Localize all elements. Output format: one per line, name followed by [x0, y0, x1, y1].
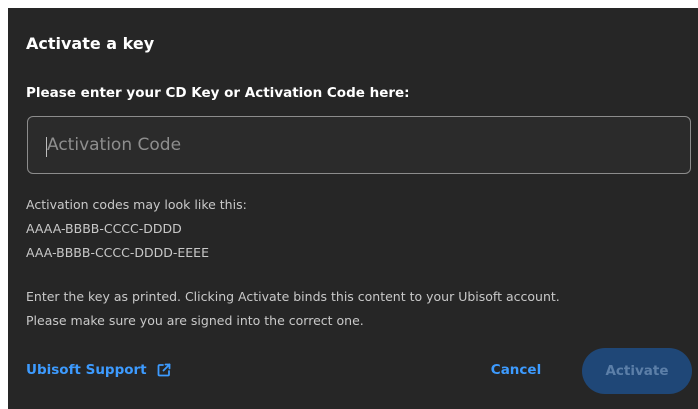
dialog-title: Activate a key [26, 34, 155, 53]
activate-key-dialog: Activate a key Please enter your CD Key … [8, 8, 698, 409]
activate-button[interactable]: Activate [582, 348, 692, 394]
cancel-button[interactable]: Cancel [478, 350, 554, 390]
format-example-2: AAA-BBBB-CCCC-DDDD-EEEE [26, 245, 209, 260]
support-link-label: Ubisoft Support [26, 362, 147, 378]
text-caret [46, 137, 47, 157]
binding-notice-line-1: Enter the key as printed. Clicking Activ… [26, 289, 560, 304]
code-prompt-label: Please enter your CD Key or Activation C… [26, 85, 410, 101]
external-link-icon [157, 363, 171, 377]
binding-notice-line-2: Please make sure you are signed into the… [26, 313, 364, 328]
activation-code-input[interactable] [28, 117, 690, 173]
format-hint-intro: Activation codes may look like this: [26, 197, 247, 212]
format-example-1: AAAA-BBBB-CCCC-DDDD [26, 221, 182, 236]
activation-code-field[interactable] [27, 116, 691, 174]
ubisoft-support-link[interactable]: Ubisoft Support [26, 361, 171, 379]
